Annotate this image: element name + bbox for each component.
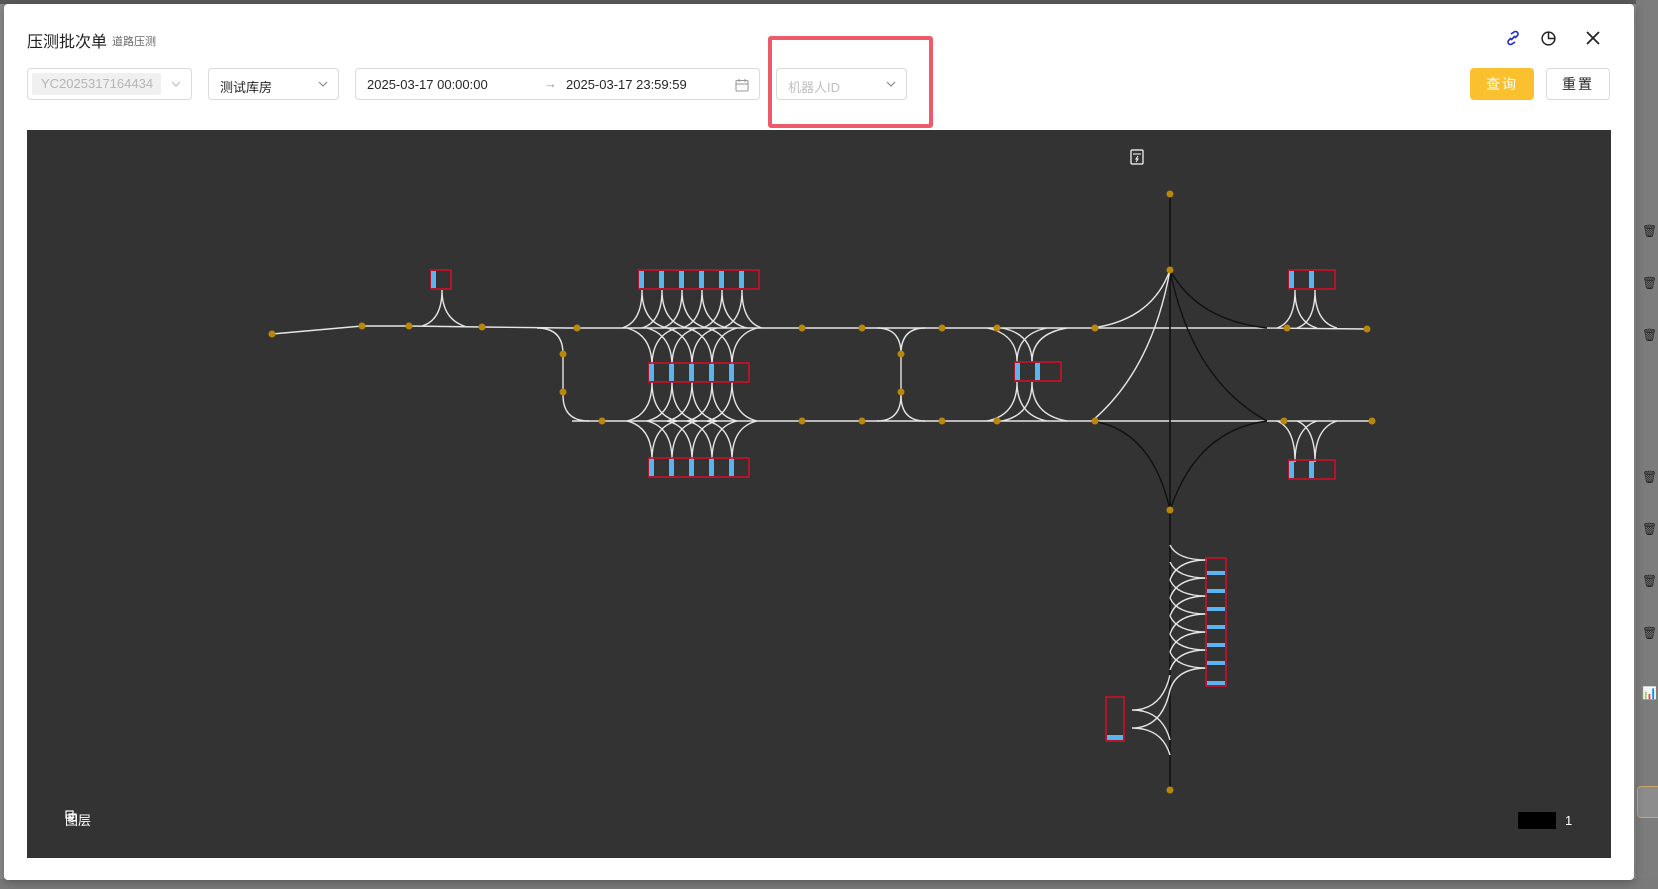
close-icon[interactable] <box>1579 24 1607 52</box>
modal-subtitle: 道路压测 <box>112 36 156 48</box>
chevron-down-icon <box>886 81 896 87</box>
scale-label: 1 <box>1565 813 1573 828</box>
trash-icon: 🗑 <box>1642 224 1658 238</box>
trash-icon: 🗑 <box>1642 276 1658 290</box>
road-curve <box>900 327 926 355</box>
scale-bar <box>1518 812 1556 829</box>
road-map-svg[interactable] <box>27 130 1611 858</box>
parking-slots <box>430 269 1336 742</box>
link-icon[interactable] <box>1499 24 1527 52</box>
batch-tag: YC2025317164434 <box>32 73 161 95</box>
warehouse-value: 测试库房 <box>220 80 273 95</box>
chevron-down-icon <box>171 81 181 87</box>
spur-curve <box>421 289 468 328</box>
road-map-canvas[interactable]: 图层 1 <box>27 130 1611 858</box>
road-curve <box>1169 269 1268 422</box>
trash-icon: 🗑 <box>1642 574 1658 588</box>
calendar-icon <box>735 79 749 92</box>
robot-id-select[interactable]: 机器人ID <box>776 68 907 100</box>
trash-icon: 🗑 <box>1642 522 1658 536</box>
road-curve <box>1169 269 1268 329</box>
date-range-picker[interactable]: 2025-03-17 00:00:00 → 2025-03-17 23:59:5… <box>355 68 760 100</box>
batch-value: YC2025317164434 <box>41 76 154 91</box>
trash-icon: 🗑 <box>1642 470 1658 484</box>
road-curve <box>1091 420 1171 511</box>
pie-chart-icon[interactable] <box>1534 24 1562 52</box>
branch-cluster <box>1276 289 1338 463</box>
backdrop-right-panel: 🗑 🗑 🗑 🗑 🗑 🗑 🗑 📊 <box>1636 0 1658 889</box>
robot-id-placeholder: 机器人ID <box>788 80 841 95</box>
date-end-input[interactable]: 2025-03-17 23:59:59 <box>566 77 687 92</box>
modal-title: 压测批次单 <box>27 34 108 51</box>
reset-button[interactable]: 重置 <box>1546 68 1610 100</box>
backdrop-bottom-bar <box>0 879 1658 889</box>
batch-select[interactable]: YC2025317164434 <box>27 68 192 100</box>
layers-icon <box>65 810 77 822</box>
range-arrow: → <box>544 76 557 91</box>
road-curve <box>876 327 902 422</box>
warehouse-select[interactable]: 测试库房 <box>208 68 339 100</box>
branch-cluster <box>986 327 1068 422</box>
batch-modal: 压测批次单 道路压测 YC2025317164434 测试库房 2025-03-… <box>4 4 1634 880</box>
road-curve <box>1169 420 1268 511</box>
page-badge <box>1637 786 1658 818</box>
road-line <box>271 325 1368 335</box>
query-button[interactable]: 查询 <box>1470 68 1534 100</box>
trash-icon: 🗑 <box>1642 328 1658 342</box>
road-curve <box>536 327 590 422</box>
chevron-down-icon <box>318 81 328 87</box>
date-start-input[interactable]: 2025-03-17 00:00:00 <box>367 77 488 92</box>
charger-icon <box>1130 149 1144 165</box>
chart-icon: 📊 <box>1642 686 1657 700</box>
road-network <box>271 194 1372 790</box>
trash-icon: 🗑 <box>1642 626 1658 640</box>
road-curve <box>900 394 926 422</box>
layers-toggle[interactable]: 图层 <box>65 810 91 829</box>
